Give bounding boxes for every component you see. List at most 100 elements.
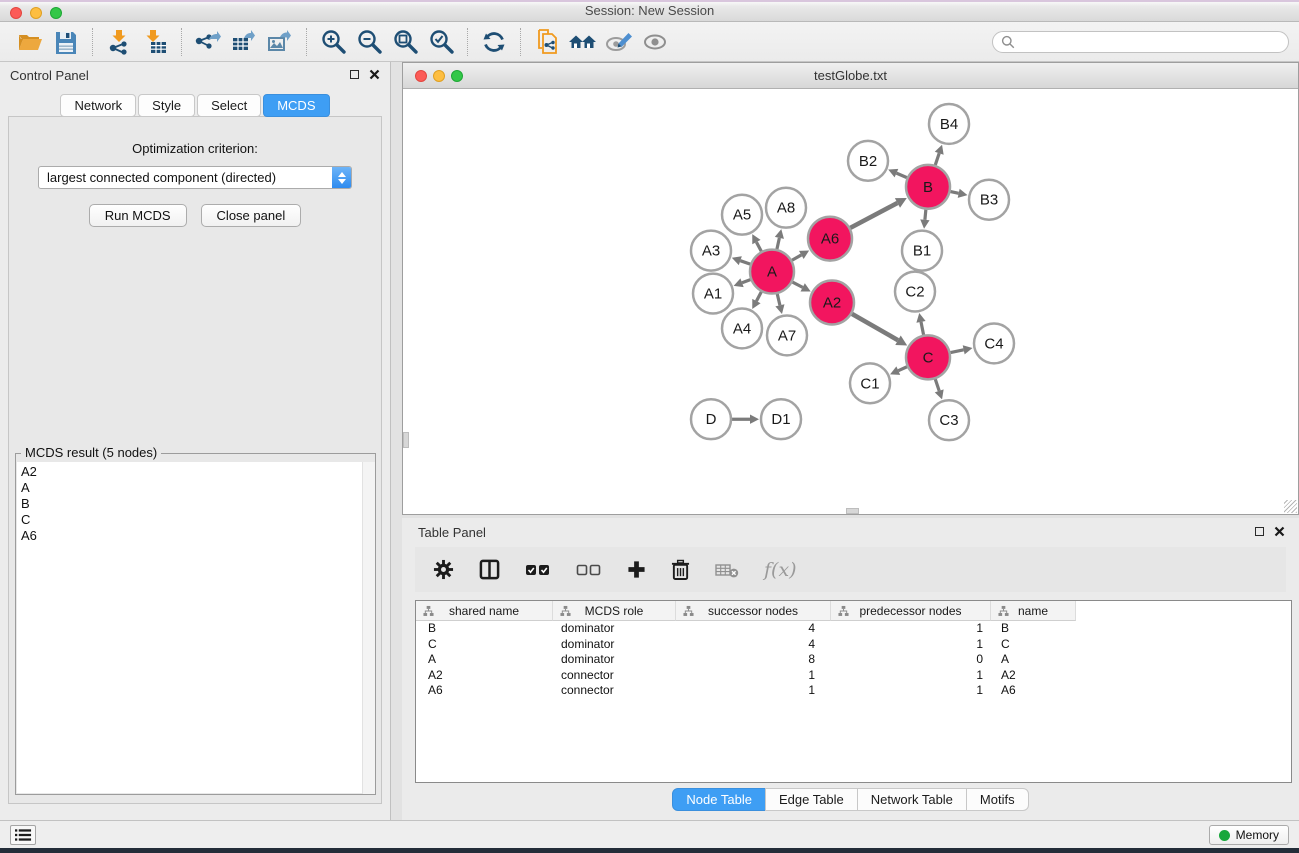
edge-B-B1[interactable] bbox=[925, 210, 926, 220]
column-header-MCDS-role[interactable]: MCDS role bbox=[553, 601, 676, 621]
deselect-all-icon[interactable] bbox=[576, 564, 602, 576]
edge-A-A8[interactable] bbox=[777, 238, 779, 249]
node-C3[interactable]: C3 bbox=[929, 400, 969, 440]
birds-eye-view-icon[interactable] bbox=[640, 27, 670, 57]
network-canvas[interactable]: A A1 A2 A3 A4 A5 A6 A7 A8 B B1 B2 B3B4 C C1 C2 C3C4 D D1 bbox=[403, 90, 1298, 514]
result-item[interactable]: C bbox=[17, 512, 374, 528]
edge-A2-C[interactable] bbox=[852, 314, 898, 340]
edge-C-C1[interactable] bbox=[898, 367, 907, 371]
edge-A-A6[interactable] bbox=[792, 255, 801, 260]
float-panel-icon[interactable] bbox=[350, 70, 359, 79]
column-header-successor-nodes[interactable]: successor nodes bbox=[676, 601, 831, 621]
mcds-result-list[interactable]: A2ABCA6 bbox=[17, 462, 374, 793]
table-row[interactable]: A6connector11A6 bbox=[416, 683, 1291, 699]
edge-A-A7[interactable] bbox=[777, 294, 780, 305]
criterion-select[interactable]: largest connected component (directed) bbox=[38, 166, 352, 189]
edge-A-A2[interactable] bbox=[792, 282, 802, 287]
edge-A6-B[interactable] bbox=[850, 203, 897, 228]
zoom-out-icon[interactable] bbox=[354, 27, 384, 57]
column-header-predecessor-nodes[interactable]: predecessor nodes bbox=[831, 601, 991, 621]
zoom-in-icon[interactable] bbox=[318, 27, 348, 57]
tab-edge-table[interactable]: Edge Table bbox=[765, 788, 858, 811]
node-A3[interactable]: A3 bbox=[691, 231, 731, 271]
delete-column-icon[interactable] bbox=[671, 559, 690, 580]
node-A6[interactable]: A6 bbox=[808, 217, 852, 261]
tab-mcds[interactable]: MCDS bbox=[263, 94, 329, 117]
tab-motifs[interactable]: Motifs bbox=[966, 788, 1029, 811]
save-session-icon[interactable] bbox=[51, 27, 81, 57]
run-mcds-button[interactable]: Run MCDS bbox=[89, 204, 187, 227]
memory-button[interactable]: Memory bbox=[1209, 825, 1289, 845]
export-image-icon[interactable] bbox=[265, 27, 295, 57]
edge-B-B2[interactable] bbox=[896, 173, 906, 178]
node-B1[interactable]: B1 bbox=[902, 231, 942, 271]
node-B3[interactable]: B3 bbox=[969, 180, 1009, 220]
node-A7[interactable]: A7 bbox=[767, 315, 807, 355]
horizontal-scroll-handle[interactable] bbox=[846, 508, 859, 514]
edge-A-A4[interactable] bbox=[756, 292, 761, 301]
zoom-selected-icon[interactable] bbox=[426, 27, 456, 57]
edge-A-A3[interactable] bbox=[740, 261, 750, 264]
export-network-icon[interactable] bbox=[193, 27, 223, 57]
node-A8[interactable]: A8 bbox=[766, 188, 806, 228]
open-session-icon[interactable] bbox=[15, 27, 45, 57]
column-layout-icon[interactable] bbox=[479, 559, 500, 580]
task-history-button[interactable] bbox=[10, 825, 36, 845]
add-column-icon[interactable] bbox=[627, 560, 646, 579]
node-C[interactable]: C bbox=[906, 335, 950, 379]
result-scrollbar[interactable] bbox=[362, 462, 375, 794]
table-row[interactable]: Bdominator41B bbox=[416, 621, 1291, 637]
node-A4[interactable]: A4 bbox=[722, 308, 762, 348]
node-D1[interactable]: D1 bbox=[761, 399, 801, 439]
node-D[interactable]: D bbox=[691, 399, 731, 439]
column-header-shared-name[interactable]: shared name bbox=[416, 601, 553, 621]
node-C4[interactable]: C4 bbox=[974, 323, 1014, 363]
float-table-panel-icon[interactable] bbox=[1255, 527, 1264, 536]
toggle-graphics-details-icon[interactable] bbox=[604, 27, 634, 57]
node-C2[interactable]: C2 bbox=[895, 272, 935, 312]
node-B2[interactable]: B2 bbox=[848, 141, 888, 181]
close-panel-button[interactable]: Close panel bbox=[201, 204, 302, 227]
close-table-panel-icon[interactable] bbox=[1274, 526, 1285, 537]
node-C1[interactable]: C1 bbox=[850, 363, 890, 403]
tab-node-table[interactable]: Node Table bbox=[672, 788, 766, 811]
resize-grip[interactable] bbox=[1284, 500, 1297, 513]
node-A2[interactable]: A2 bbox=[810, 281, 854, 325]
import-network-icon[interactable] bbox=[104, 27, 134, 57]
node-A1[interactable]: A1 bbox=[693, 274, 733, 314]
node-A5[interactable]: A5 bbox=[722, 195, 762, 235]
refresh-icon[interactable] bbox=[479, 27, 509, 57]
select-all-icon[interactable] bbox=[525, 564, 551, 576]
edge-C-C3[interactable] bbox=[935, 379, 939, 391]
result-item[interactable]: B bbox=[17, 496, 374, 512]
tab-select[interactable]: Select bbox=[197, 94, 261, 117]
edge-B-B4[interactable] bbox=[935, 153, 939, 165]
table-settings-icon[interactable] bbox=[433, 559, 454, 580]
tab-network-table[interactable]: Network Table bbox=[857, 788, 967, 811]
search-input[interactable] bbox=[1020, 33, 1288, 51]
table-row[interactable]: Adominator80A bbox=[416, 652, 1291, 668]
edge-C-C2[interactable] bbox=[921, 322, 924, 335]
edge-A-A5[interactable] bbox=[756, 242, 761, 251]
zoom-fit-icon[interactable] bbox=[390, 27, 420, 57]
tab-style[interactable]: Style bbox=[138, 94, 195, 117]
close-panel-icon[interactable] bbox=[369, 69, 380, 80]
import-table-icon[interactable] bbox=[140, 27, 170, 57]
edge-C-C4[interactable] bbox=[950, 350, 963, 353]
node-B4[interactable]: B4 bbox=[929, 104, 969, 144]
result-item[interactable]: A6 bbox=[17, 528, 374, 544]
search-field[interactable] bbox=[992, 31, 1289, 53]
function-builder-icon[interactable]: f(x) bbox=[764, 559, 797, 581]
tab-network[interactable]: Network bbox=[60, 94, 136, 117]
export-table-icon[interactable] bbox=[229, 27, 259, 57]
column-header-name[interactable]: name bbox=[991, 601, 1076, 621]
delete-table-icon[interactable] bbox=[715, 562, 739, 578]
edge-B-B3[interactable] bbox=[950, 192, 958, 194]
vertical-scroll-handle[interactable] bbox=[403, 432, 409, 448]
result-item[interactable]: A bbox=[17, 480, 374, 496]
node-B[interactable]: B bbox=[906, 165, 950, 209]
table-row[interactable]: A2connector11A2 bbox=[416, 668, 1291, 684]
clone-network-icon[interactable] bbox=[532, 27, 562, 57]
node-A[interactable]: A bbox=[750, 250, 794, 294]
edge-A-A1[interactable] bbox=[742, 280, 750, 283]
